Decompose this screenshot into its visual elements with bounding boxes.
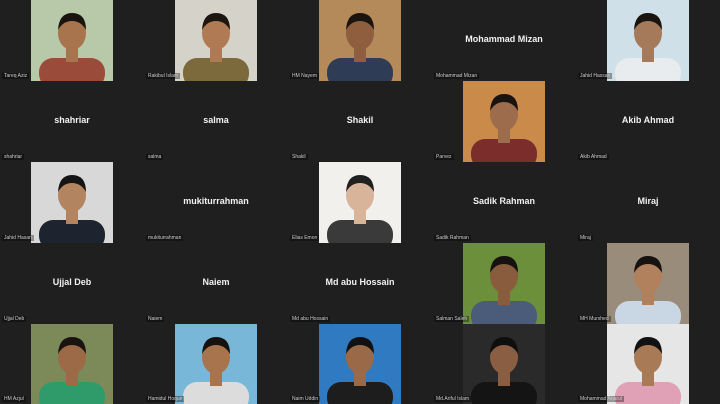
- participant-display-name: Md abu Hossain: [325, 277, 395, 287]
- participant-name-label: MH Murshed: [578, 316, 611, 322]
- participant-name-label: Hamidul Hoque: [146, 396, 185, 402]
- participant-tile[interactable]: shahriar shahriar: [0, 81, 144, 162]
- participant-tile[interactable]: Miraj Miraj: [576, 162, 720, 243]
- participant-display-name: salma: [203, 115, 229, 125]
- participant-video: [463, 81, 545, 162]
- participant-tile[interactable]: Elias Emon: [288, 162, 432, 243]
- participant-name-label: HM Azjul: [2, 396, 26, 402]
- participant-name-label: mukiturrahman: [146, 235, 184, 241]
- participant-name-label: salma: [146, 154, 164, 160]
- participant-video: [175, 0, 257, 81]
- participant-name-label: Miraj: [578, 235, 593, 241]
- participant-name-label: Naim Uddin: [290, 396, 321, 402]
- participant-display-name: Sadik Rahman: [472, 196, 536, 206]
- participant-video: [463, 243, 545, 324]
- participant-name-label: Naiem: [146, 316, 165, 322]
- participant-tile[interactable]: Jahid Hassan: [576, 0, 720, 81]
- participant-name-label: Akib Ahmad: [578, 154, 609, 160]
- participant-tile[interactable]: Shakil Shakil: [288, 81, 432, 162]
- participant-name-label: Md abu Hossain: [290, 316, 331, 322]
- participant-tile[interactable]: Sadik Rahman Sadik Rahman: [432, 162, 576, 243]
- participant-tile[interactable]: Salman Saleh: [432, 243, 576, 324]
- participant-tile[interactable]: salma salma: [144, 81, 288, 162]
- participant-name-label: Md.Ariful Islam: [434, 396, 472, 402]
- participant-display-name: Akib Ahmad: [621, 115, 675, 125]
- participant-name-label: shahriar: [2, 154, 25, 160]
- participant-video: [31, 162, 113, 243]
- participant-name-label: Jahid Hassan: [578, 73, 613, 79]
- participant-tile[interactable]: Jahid Hasan: [0, 162, 144, 243]
- participant-name-label: Sadik Rahman: [434, 235, 471, 241]
- participant-display-name: Shakil: [346, 115, 374, 125]
- participant-video: [319, 162, 401, 243]
- participant-video: [607, 0, 689, 81]
- participant-video: [319, 0, 401, 81]
- participant-tile[interactable]: Rakibul Islam: [144, 0, 288, 81]
- participant-video: [607, 324, 689, 404]
- participant-tile[interactable]: HM Nayem: [288, 0, 432, 81]
- participant-display-name: Naiem: [202, 277, 230, 287]
- participant-name-label: Mohammad Anarul: [578, 396, 624, 402]
- participant-video: [175, 324, 257, 404]
- participant-name-label: Elias Emon: [290, 235, 320, 241]
- participant-display-name: mukiturrahman: [183, 196, 249, 206]
- participant-name-label: Shakil: [290, 154, 308, 160]
- participant-video: [463, 324, 545, 404]
- participant-name-label: Tareq Aziz: [2, 73, 30, 79]
- participant-grid: Tareq Aziz Rakibul Islam HM Nayem Mohammad …: [0, 0, 720, 404]
- participant-tile[interactable]: Naiem Naiem: [144, 243, 288, 324]
- participant-name-label: Parvez: [434, 154, 454, 160]
- participant-name-label: Jahid Hasan: [2, 235, 34, 241]
- participant-name-label: Ujjal Deb: [2, 316, 27, 322]
- participant-video: [319, 324, 401, 404]
- participant-display-name: shahriar: [54, 115, 90, 125]
- participant-display-name: Miraj: [637, 196, 659, 206]
- participant-name-label: Rakibul Islam: [146, 73, 181, 79]
- participant-tile[interactable]: Md abu Hossain Md abu Hossain: [288, 243, 432, 324]
- participant-display-name: Mohammad Mizan: [465, 34, 543, 44]
- participant-tile[interactable]: HM Azjul: [0, 324, 144, 404]
- participant-name-label: Salman Saleh: [434, 316, 470, 322]
- participant-tile[interactable]: Naim Uddin: [288, 324, 432, 404]
- participant-name-label: HM Nayem: [290, 73, 320, 79]
- participant-tile[interactable]: Ujjal Deb Ujjal Deb: [0, 243, 144, 324]
- participant-video: [31, 324, 113, 404]
- participant-tile[interactable]: Parvez: [432, 81, 576, 162]
- participant-tile[interactable]: Mohammad Mizan Mohammad Mizan: [432, 0, 576, 81]
- participant-name-label: Mohammad Mizan: [434, 73, 480, 79]
- participant-tile[interactable]: Hamidul Hoque: [144, 324, 288, 404]
- participant-tile[interactable]: Tareq Aziz: [0, 0, 144, 81]
- participant-video: [31, 0, 113, 81]
- participant-tile[interactable]: Mohammad Anarul: [576, 324, 720, 404]
- participant-display-name: Ujjal Deb: [52, 277, 92, 287]
- participant-tile[interactable]: mukiturrahman mukiturrahman: [144, 162, 288, 243]
- participant-tile[interactable]: Akib Ahmad Akib Ahmad: [576, 81, 720, 162]
- participant-video: [607, 243, 689, 324]
- participant-tile[interactable]: Md.Ariful Islam: [432, 324, 576, 404]
- participant-tile[interactable]: MH Murshed: [576, 243, 720, 324]
